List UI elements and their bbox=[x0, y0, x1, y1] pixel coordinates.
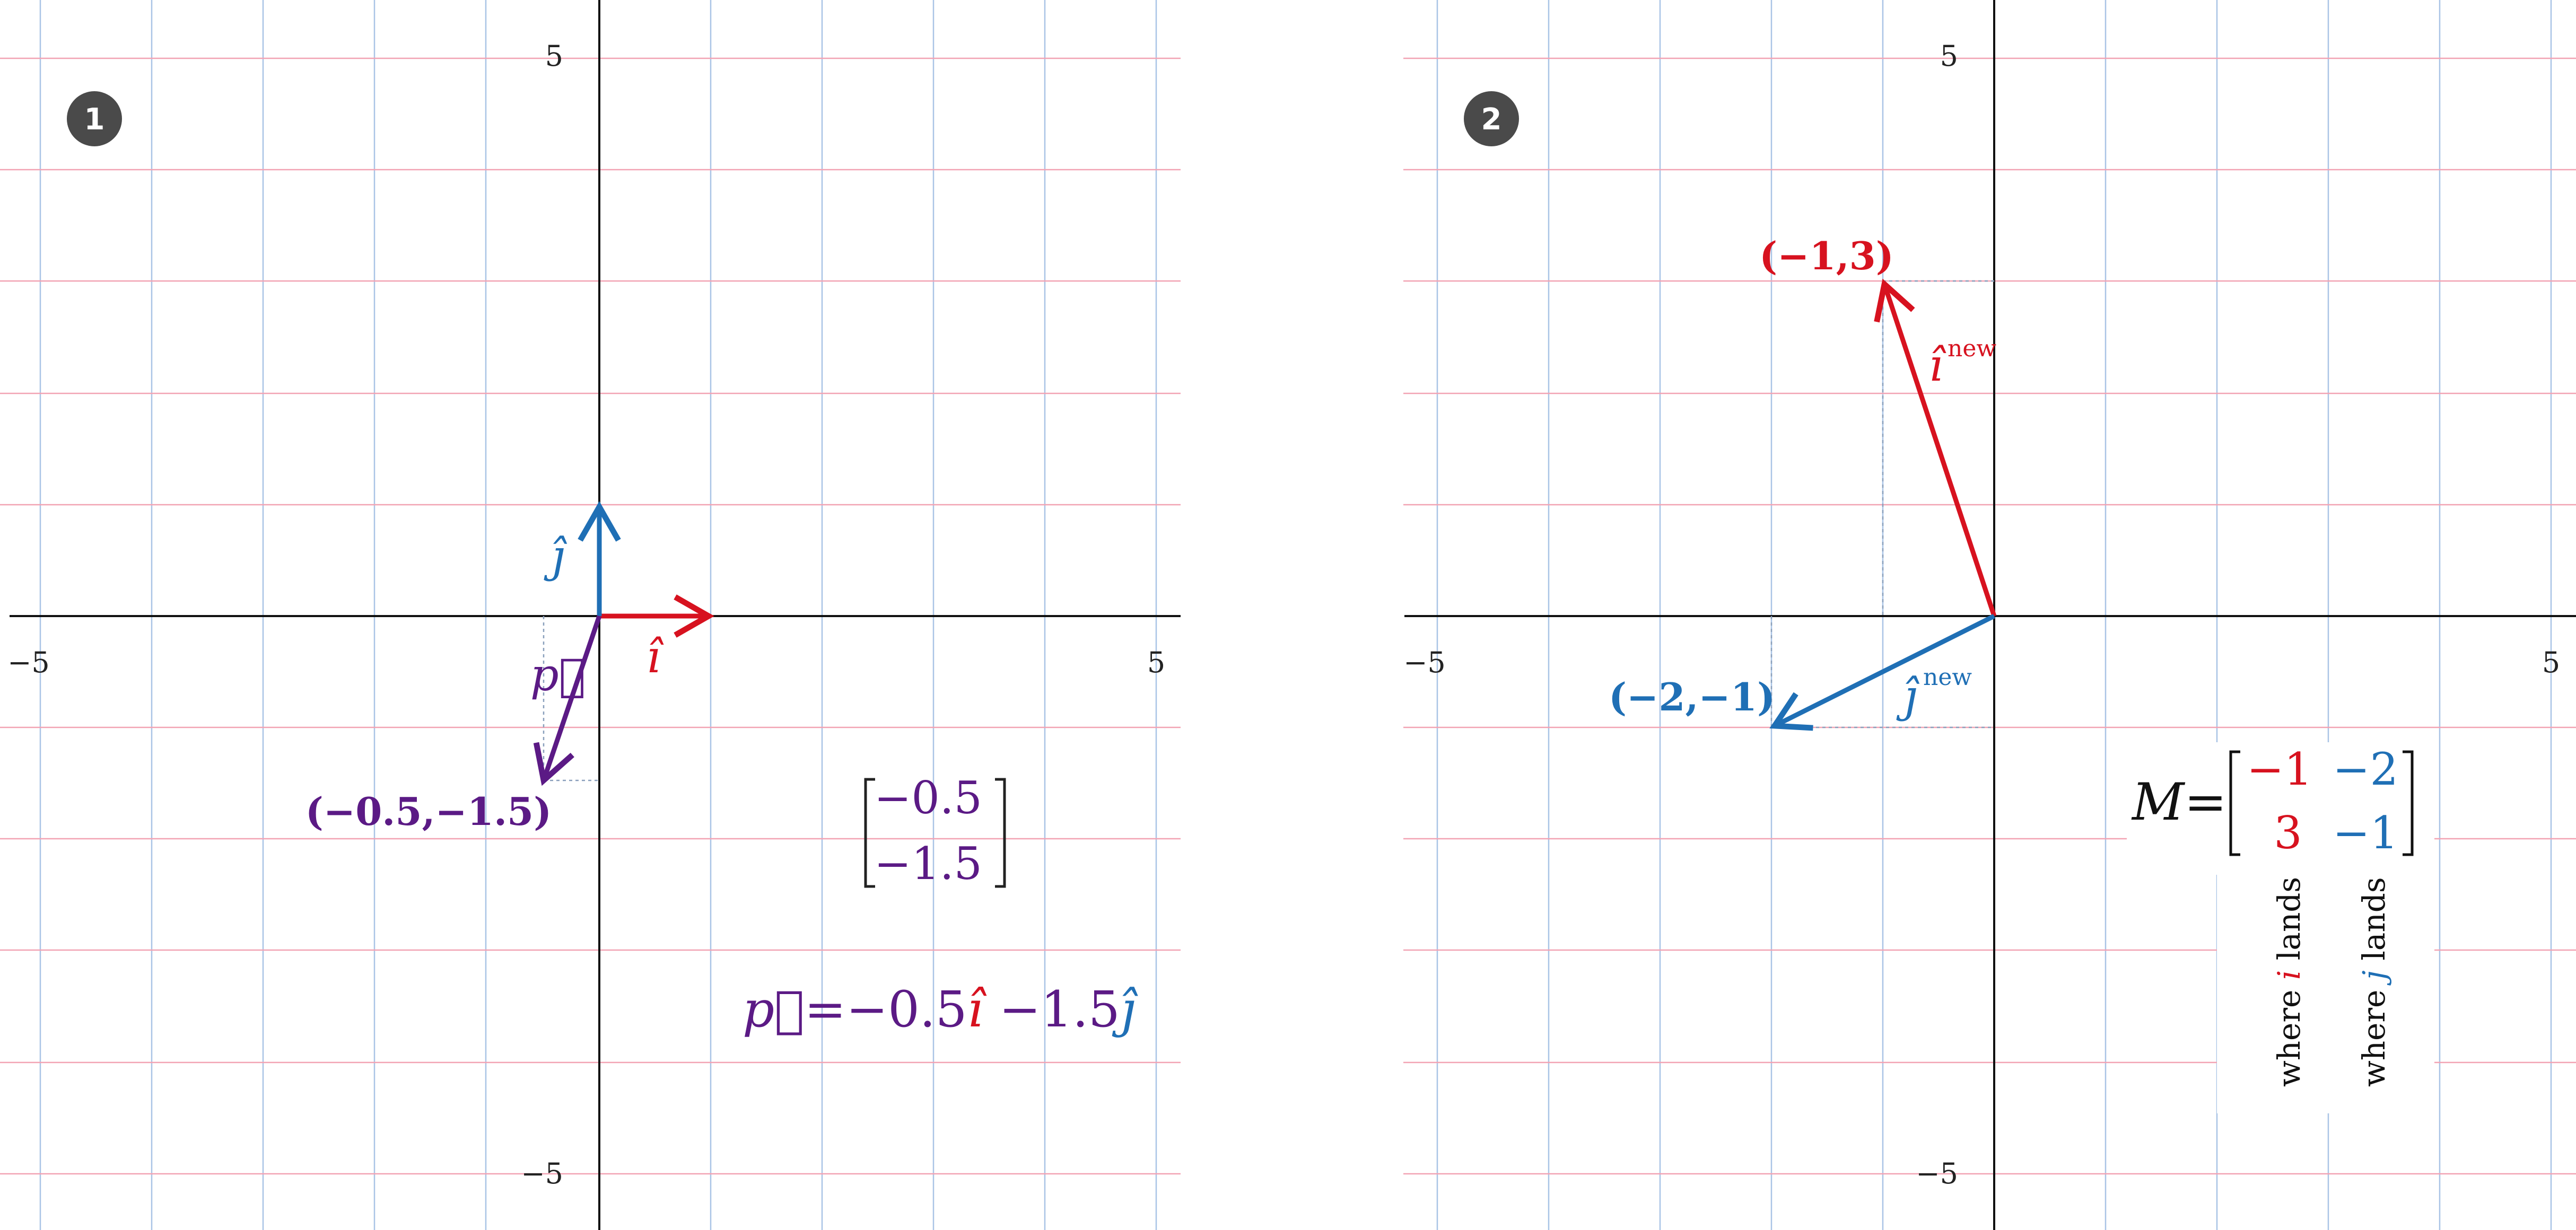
matrix-entry-2-2: −1 bbox=[2333, 807, 2398, 859]
matrix-name: M= bbox=[2131, 772, 2227, 832]
panel-1: 5 −5 −5 5 1 î ĵ p⃗ (−0.5,−1.5) −0.5 −1.5… bbox=[0, 0, 1181, 1230]
i-new-coordinate: (−1,3) bbox=[1759, 233, 1894, 278]
column-annotations: where i lands where j lands bbox=[2217, 875, 2434, 1113]
i-new-arrow bbox=[1874, 278, 1997, 617]
panel-1-axes bbox=[10, 0, 1181, 1230]
p-column-top: −0.5 bbox=[874, 772, 982, 824]
panel-1-badge: 1 bbox=[67, 91, 122, 146]
panel-2-tick-x-max: 5 bbox=[2542, 646, 2560, 679]
panel-1-tick-y-min: −5 bbox=[521, 1157, 563, 1190]
eq-p-symbol: p⃗ bbox=[743, 981, 805, 1039]
annotation-where-j-lands: where j lands bbox=[2356, 877, 2392, 1087]
p-column-right-bracket bbox=[995, 778, 1006, 888]
panel-1-tick-x-max: 5 bbox=[1147, 646, 1165, 679]
i-new-label: î new bbox=[1929, 335, 1997, 391]
i-new-superscript: new bbox=[1948, 335, 1996, 362]
panel-2-tick-y-max: 5 bbox=[1940, 39, 1958, 73]
p-linear-combination: p⃗=−0.5î −1.5ĵ bbox=[743, 981, 1138, 1039]
p-column-vector: −0.5 −1.5 bbox=[864, 772, 1006, 890]
j-new-coordinate: (−2,−1) bbox=[1609, 674, 1775, 719]
eq-coef-1: −0.5 bbox=[846, 981, 967, 1039]
matrix-entry-2-1: 3 bbox=[2274, 807, 2302, 859]
matrix-entry-1-2: −2 bbox=[2333, 743, 2398, 795]
i-hat-label: î bbox=[647, 631, 664, 683]
eq-coef-2: −1.5 bbox=[983, 981, 1120, 1039]
panel-1-tick-x-min: −5 bbox=[7, 646, 50, 679]
panel-2: 5 −5 −5 5 2 (−1,3) (−2,−1) î new ĵ new M… bbox=[1403, 0, 2576, 1230]
panel-1-tick-y-max: 5 bbox=[545, 39, 563, 73]
p-column-bottom: −1.5 bbox=[874, 838, 982, 890]
j-new-superscript: new bbox=[1923, 664, 1972, 691]
annotation-where-i-lands: where i lands bbox=[2271, 877, 2307, 1087]
j-hat-label: ĵ bbox=[544, 530, 567, 582]
panel-2-badge-number: 2 bbox=[1481, 102, 1502, 137]
diagram-canvas: 5 −5 −5 5 1 î ĵ p⃗ (−0.5,−1.5) −0.5 −1.5… bbox=[0, 0, 2576, 1230]
panel-2-tick-y-min: −5 bbox=[1916, 1157, 1958, 1190]
eq-equals: = bbox=[805, 981, 846, 1039]
p-vector-label: p⃗ bbox=[530, 649, 586, 701]
j-new-label: ĵ new bbox=[1896, 664, 1972, 722]
matrix-entry-1-1: −1 bbox=[2247, 743, 2312, 795]
transformation-matrix: M= −1 −2 3 −1 bbox=[2127, 742, 2434, 875]
p-coordinate-label: (−0.5,−1.5) bbox=[305, 789, 552, 834]
j-new-hat: ĵ bbox=[1896, 670, 1920, 722]
annotation-backdrop bbox=[2217, 875, 2434, 1113]
panel-2-badge: 2 bbox=[1464, 91, 1519, 146]
panel-1-badge-number: 1 bbox=[84, 102, 105, 137]
i-new-hat: î bbox=[1929, 339, 1946, 391]
panel-2-tick-x-min: −5 bbox=[1403, 646, 1446, 679]
